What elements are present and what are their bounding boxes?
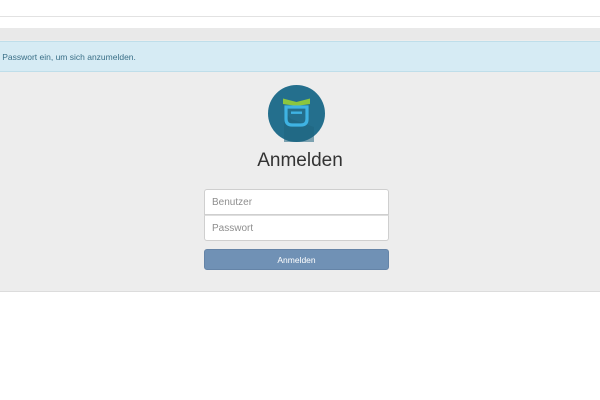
top-navbar (0, 0, 600, 17)
login-button[interactable]: Anmelden (204, 249, 389, 270)
header-strip (0, 28, 600, 40)
app-logo-icon (268, 85, 325, 142)
alert-text: r Passwort ein, um sich anzumelden. (0, 52, 136, 62)
password-field[interactable] (204, 215, 389, 241)
page-title: Anmelden (257, 150, 343, 171)
username-field[interactable] (204, 189, 389, 215)
info-alert: r Passwort ein, um sich anzumelden. (0, 41, 600, 72)
